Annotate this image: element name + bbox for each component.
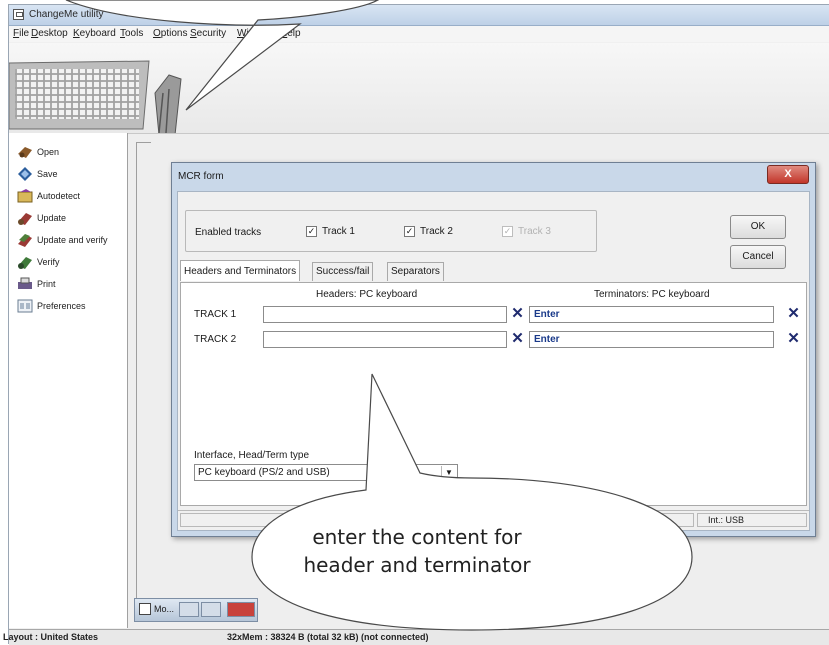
track-2-terminator-input[interactable]: Enter: [529, 331, 774, 348]
interface-type-value: PC keyboard (PS/2 and USB): [198, 467, 330, 478]
dialog-body: Enabled tracks ✓ Track 1 ✓ Track 2 ✓ Track …: [177, 191, 810, 531]
track-3-label: Track 3: [518, 226, 551, 238]
sidebar-item-autodetect[interactable]: Autodetect: [17, 187, 127, 207]
keyboard-device-icon: [9, 60, 182, 133]
menu-bar: File Desktop Keyboard Tools Options Secu…: [9, 26, 829, 42]
mcr-form-dialog: MCR form X Enabled tracks ✓ Track 1 ✓ Trac…: [171, 162, 816, 537]
sidebar-item-label: Update and verify: [37, 235, 108, 245]
sidebar-item-save[interactable]: Save: [17, 165, 127, 185]
update-verify-icon: [18, 234, 32, 247]
enabled-tracks-label: Enabled tracks: [195, 227, 262, 238]
tab-panel: Headers: PC keyboard Terminators: PC key…: [180, 282, 807, 506]
minimized-window-button[interactable]: Mo...: [134, 598, 258, 622]
interface-type-label: Interface, Head/Term type: [194, 450, 310, 461]
sidebar-item-open[interactable]: Open: [17, 143, 127, 163]
status-memory: 32xMem : 38324 B (total 32 kB) (not conn…: [227, 632, 429, 642]
app-title: ChangeMe utility: [29, 9, 104, 20]
window-icon: [139, 603, 151, 615]
checkbox-box: ✓: [306, 226, 317, 237]
menu-desktop[interactable]: Desktop: [31, 28, 68, 39]
sidebar-item-update[interactable]: Update: [17, 209, 127, 229]
sidebar-item-label: Save: [37, 169, 58, 179]
sidebar-item-update-and-verify[interactable]: Update and verify: [17, 231, 127, 251]
track-3-checkbox: ✓ Track 3: [502, 226, 551, 237]
dialog-title: MCR form: [178, 171, 224, 182]
verify-icon: [18, 257, 32, 269]
track-2-header-clear-icon[interactable]: ✕: [510, 331, 525, 347]
interface-status: Int.: USB: [697, 513, 807, 527]
track-2-header-input[interactable]: [263, 331, 507, 348]
inner-frame: [136, 142, 151, 609]
sidebar-item-preferences[interactable]: Preferences: [17, 297, 127, 317]
sidebar-item-verify[interactable]: Verify: [17, 253, 127, 273]
sidebar-item-label: Open: [37, 147, 60, 157]
track-2-checkbox[interactable]: ✓ Track 2: [404, 226, 453, 237]
menu-window[interactable]: Window: [237, 28, 273, 39]
track-2-terminator-clear-icon[interactable]: ✕: [786, 331, 801, 347]
app-window-icon: [13, 9, 24, 20]
menu-keyboard[interactable]: Keyboard: [73, 28, 116, 39]
sidebar-item-label: Update: [37, 213, 67, 223]
cancel-button[interactable]: Cancel: [730, 245, 786, 269]
chevron-down-icon[interactable]: ▼: [441, 466, 456, 479]
maximize-icon[interactable]: [201, 602, 221, 617]
track-1-label: Track 1: [322, 226, 355, 238]
terminators-column-title: Terminators: PC keyboard: [594, 289, 710, 300]
enabled-tracks-group: Enabled tracks ✓ Track 1 ✓ Track 2 ✓ Track …: [185, 210, 597, 252]
device-toolbar: [9, 43, 829, 134]
app-titlebar: ChangeMe utility: [9, 5, 829, 26]
sidebar-item-label: Preferences: [37, 301, 86, 311]
update-icon: [18, 213, 32, 225]
track-1-terminator-input[interactable]: Enter: [529, 306, 774, 323]
dialog-close-button[interactable]: X: [767, 165, 809, 184]
minimized-window-label: Mo...: [154, 604, 175, 614]
ok-button[interactable]: OK: [730, 215, 786, 239]
checkbox-box: ✓: [502, 226, 513, 237]
sidebar-item-label: Print: [37, 279, 56, 289]
track-1-terminator-clear-icon[interactable]: ✕: [786, 306, 801, 322]
sidebar: Open Save Autodetect Update Update and v…: [9, 133, 128, 628]
preferences-icon: [17, 299, 33, 313]
headers-column-title: Headers: PC keyboard: [316, 289, 418, 300]
tab-headers-terminators[interactable]: Headers and Terminators: [180, 260, 301, 281]
printer-icon: [18, 277, 32, 289]
open-icon: [18, 147, 32, 158]
restore-icon[interactable]: [179, 602, 199, 617]
close-icon[interactable]: [227, 602, 255, 617]
callout-line-1: enter the content for: [312, 525, 522, 549]
menu-tools[interactable]: Tools: [120, 28, 143, 39]
menu-options[interactable]: Options: [153, 28, 187, 39]
status-layout: Layout : United States: [3, 632, 99, 642]
tab-success-fail[interactable]: Success/fail: [312, 262, 374, 281]
callout-line-2: header and terminator: [303, 553, 531, 577]
tab-separators[interactable]: Separators: [387, 262, 444, 281]
sidebar-item-label: Verify: [37, 257, 60, 267]
sidebar-item-label: Autodetect: [37, 191, 81, 201]
checkbox-box: ✓: [404, 226, 415, 237]
track-2-row-label: TRACK 2: [194, 334, 237, 345]
menu-file[interactable]: File: [13, 28, 29, 39]
track-1-header-input[interactable]: [263, 306, 507, 323]
autodetect-icon: [17, 189, 33, 203]
interface-type-select[interactable]: PC keyboard (PS/2 and USB) ▼: [194, 464, 458, 481]
track-1-header-clear-icon[interactable]: ✕: [510, 306, 525, 322]
track-1-row-label: TRACK 1: [194, 309, 237, 320]
track-1-checkbox[interactable]: ✓ Track 1: [306, 226, 355, 237]
track-2-label: Track 2: [420, 226, 453, 238]
sidebar-item-print[interactable]: Print: [17, 275, 127, 295]
callout-text: enter the content for header and termina…: [282, 523, 552, 579]
menu-security[interactable]: Security: [190, 28, 226, 39]
save-icon: [18, 167, 32, 181]
menu-help[interactable]: Help: [280, 28, 301, 39]
